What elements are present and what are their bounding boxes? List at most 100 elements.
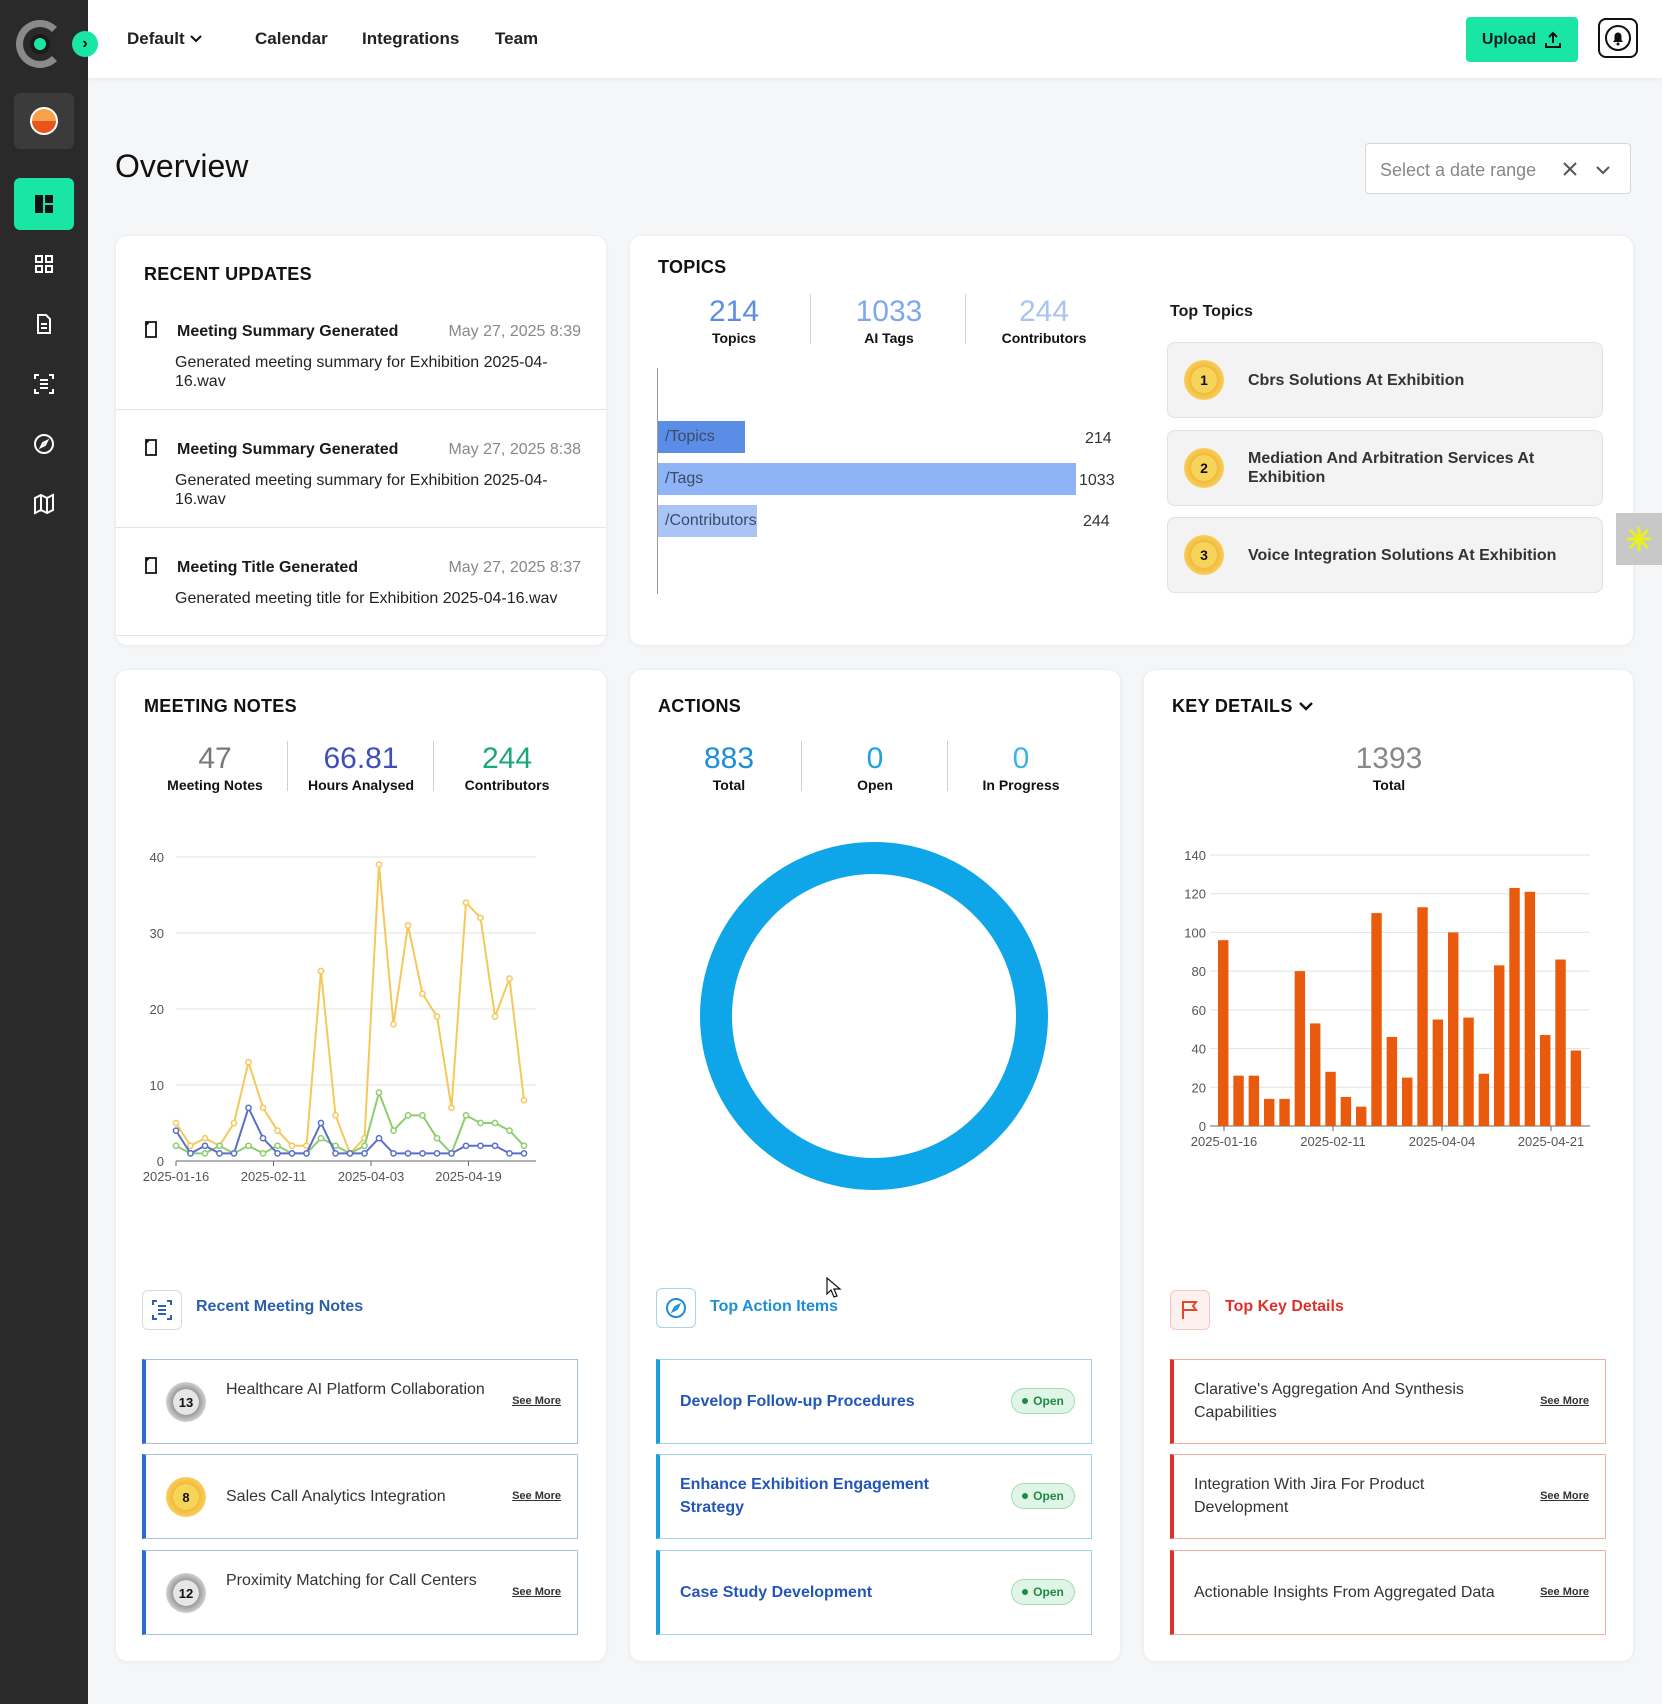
data-point (332, 1112, 339, 1119)
data-point (288, 1150, 296, 1157)
bar (1233, 1075, 1244, 1126)
stat-label: Total (712, 777, 746, 793)
data-point (491, 1119, 499, 1127)
nav-calendar[interactable]: Calendar (255, 29, 328, 49)
data-point (419, 1150, 426, 1157)
expand-sidebar-button[interactable]: › (72, 31, 98, 57)
key-detail-item[interactable]: Integration With Jira For Product Develo… (1170, 1454, 1606, 1539)
top-key-details-icon (1170, 1290, 1210, 1330)
stat-value: 244 (1018, 295, 1070, 328)
note-number-badge: 12 (166, 1573, 206, 1613)
meeting-note-item[interactable]: 8 Sales Call Analytics Integration See M… (142, 1454, 578, 1539)
see-more-link[interactable]: See More (512, 1586, 561, 1598)
bar-label: /Tags (665, 470, 704, 487)
action-item[interactable]: Enhance Exhibition Engagement Strategy O… (656, 1454, 1092, 1539)
apps-nav-icon[interactable] (14, 238, 74, 290)
meeting-note-item[interactable]: 12 Proximity Matching for Call Centers S… (142, 1550, 578, 1635)
workspace-dropdown[interactable]: Default (127, 29, 203, 49)
update-title: Meeting Summary Generated (177, 441, 399, 458)
dashboard-nav-icon[interactable] (14, 178, 74, 230)
see-more-link[interactable]: See More (512, 1395, 561, 1407)
bar (1448, 932, 1459, 1126)
key-details-dropdown[interactable]: KEY DETAILS (1172, 696, 1314, 717)
data-point (419, 1112, 426, 1119)
data-point (201, 1150, 209, 1157)
workspace-avatar[interactable] (14, 93, 74, 149)
sparkle-icon (1627, 527, 1651, 551)
data-point (187, 1142, 194, 1150)
y-tick-label: 140 (1184, 848, 1206, 863)
update-item[interactable]: Meeting Summary Generated May 27, 2025 8… (115, 413, 607, 528)
meeting-notes-line-chart: 0 10 20 30 40 2025-01-16 2025-02-11 2025-04-03 2… (143, 850, 536, 1184)
stat-label: Total (1372, 777, 1406, 793)
see-more-link[interactable]: See More (1540, 1395, 1589, 1407)
bar (1356, 1106, 1367, 1126)
bar (1386, 1036, 1398, 1126)
key-detail-item[interactable]: Actionable Insights From Aggregated Data… (1170, 1550, 1606, 1635)
y-tick-label: 0 (157, 1154, 164, 1169)
notes-nav-icon[interactable] (14, 358, 74, 410)
see-more-link[interactable]: See More (512, 1490, 561, 1502)
contributors-bar[interactable]: /Contributors (658, 505, 757, 537)
key-detail-title: Integration With Jira For Product Develo… (1194, 1476, 1425, 1516)
update-item[interactable]: Meeting Summary Generated May 27, 2025 8… (115, 295, 607, 410)
action-title: Case Study Development (680, 1584, 873, 1601)
bar-value: 244 (1083, 513, 1110, 530)
data-point (520, 1150, 528, 1157)
key-detail-item[interactable]: Clarative's Aggregation And Synthesis Ca… (1170, 1359, 1606, 1444)
hours-stat: 66.81 Hours Analysed (286, 743, 436, 794)
stat-label: Contributors (464, 777, 550, 793)
stat-divider (965, 294, 966, 344)
tags-bar[interactable]: /Tags (658, 463, 1076, 495)
documents-nav-icon[interactable] (14, 298, 74, 350)
see-more-link[interactable]: See More (1540, 1586, 1589, 1598)
data-point (419, 990, 426, 998)
notifications-button[interactable] (1598, 18, 1638, 58)
topics-bar[interactable]: /Topics (658, 421, 745, 453)
map-icon (34, 493, 54, 515)
topics-stat: 214 Topics (659, 296, 809, 347)
assistant-tab[interactable] (1616, 513, 1662, 565)
nav-integrations[interactable]: Integrations (362, 29, 459, 49)
data-point (187, 1150, 194, 1157)
data-point (491, 1142, 499, 1150)
status-label: Open (1033, 1585, 1064, 1599)
bar (1371, 913, 1382, 1126)
compass-icon (666, 1298, 686, 1318)
actions-nav-icon[interactable] (14, 418, 74, 470)
rank-badge: 2 (1184, 448, 1224, 488)
chevron-down-icon[interactable] (1594, 161, 1612, 179)
data-point (361, 1150, 368, 1157)
x-tick-label: 2025-02-11 (1300, 1134, 1366, 1149)
upload-button[interactable]: Upload (1466, 17, 1578, 62)
map-nav-icon[interactable] (14, 478, 74, 530)
meeting-note-item[interactable]: 13 Healthcare AI Platform Collaboration … (142, 1359, 578, 1444)
note-number-badge: 8 (166, 1477, 206, 1517)
donut-ring[interactable] (700, 842, 1048, 1190)
note-title: Healthcare AI Platform Collaboration (226, 1381, 485, 1398)
status-badge: Open (1011, 1579, 1075, 1605)
top-actions-icon (656, 1288, 696, 1328)
data-point (245, 1142, 252, 1150)
action-item[interactable]: Case Study Development Open (656, 1550, 1092, 1635)
top-topic-item[interactable]: 1 Cbrs Solutions At Exhibition (1167, 342, 1603, 418)
clear-date-icon[interactable] (1561, 160, 1579, 178)
top-topic-item[interactable]: 3 Voice Integration Solutions At Exhibiti… (1167, 517, 1603, 593)
update-item[interactable]: Meeting Title Generated May 27, 2025 8:3… (115, 531, 607, 646)
topbar: Default Calendar Integrations Team Uploa… (88, 0, 1662, 78)
date-range-placeholder: Select a date range (1380, 160, 1537, 180)
bar (1509, 887, 1520, 1126)
meeting-notes-title: MEETING NOTES (144, 696, 297, 716)
top-topic-item[interactable]: 2 Mediation And Arbitration Services At E… (1167, 430, 1603, 506)
data-point (274, 1142, 281, 1150)
flag-icon (1182, 1301, 1198, 1319)
date-range-picker[interactable]: Select a date range (1365, 143, 1631, 194)
y-tick-label: 10 (150, 1078, 164, 1093)
recent-notes-icon (142, 1290, 182, 1330)
workspace-avatar-icon (30, 107, 58, 135)
rank-badge: 3 (1184, 535, 1224, 575)
nav-team[interactable]: Team (495, 29, 538, 49)
see-more-link[interactable]: See More (1540, 1490, 1589, 1502)
bar (1478, 1073, 1490, 1126)
action-item[interactable]: Develop Follow-up Procedures Open (656, 1359, 1092, 1444)
